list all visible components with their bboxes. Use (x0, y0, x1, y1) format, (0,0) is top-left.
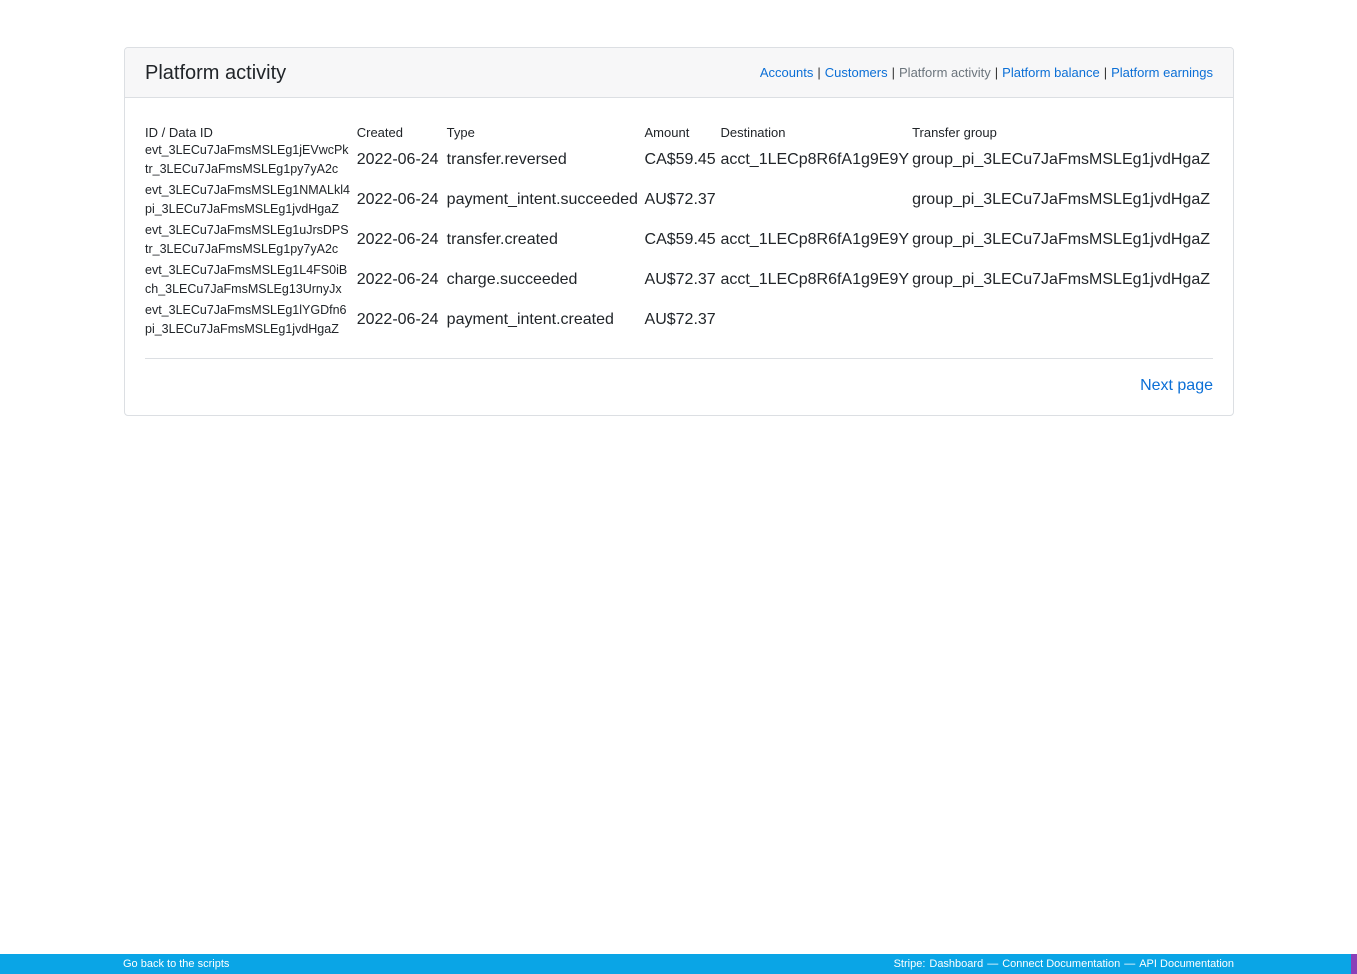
data-id: pi_3LECu7JaFmsMSLEg1jvdHgaZ (145, 202, 339, 216)
column-header-transfer-group: Transfer group (912, 125, 997, 140)
transfer-group-cell: group_pi_3LECu7JaFmsMSLEg1jvdHgaZ (912, 151, 1210, 168)
card-header: Platform activity Accounts | Customers | Pla… (125, 48, 1233, 98)
amount-cell: CA$59.45 (644, 151, 716, 168)
amount-cell: AU$72.37 (644, 311, 716, 328)
table-header-row: ID / Data ID Created Type Amount Destina… (145, 118, 1213, 140)
data-id: ch_3LECu7JaFmsMSLEg13UrnyJx (145, 282, 342, 296)
event-id: evt_3LECu7JaFmsMSLEg1L4FS0iB (145, 263, 348, 277)
id-cell: evt_3LECu7JaFmsMSLEg1jEVwcPk tr_3LECu7JaF… (145, 140, 357, 180)
nav-accounts-link[interactable]: Accounts (760, 65, 813, 80)
created-cell: 2022-06-24 (356, 271, 439, 288)
column-header-destination: Destination (720, 125, 786, 140)
column-header-type: Type (446, 125, 475, 140)
footer-bar: Go back to the scripts Stripe: Dashboard… (0, 954, 1357, 974)
id-cell: evt_3LECu7JaFmsMSLEg1NMALkl4 pi_3LECu7JaF… (145, 180, 357, 220)
nav-platform-balance-link[interactable]: Platform balance (1002, 65, 1100, 80)
column-header-created: Created (356, 125, 403, 140)
type-cell: payment_intent.succeeded (446, 191, 638, 208)
table-row: evt_3LECu7JaFmsMSLEg1L4FS0iB ch_3LECu7JaF… (145, 260, 1213, 300)
amount-cell: AU$72.37 (644, 271, 716, 288)
created-cell: 2022-06-24 (356, 191, 439, 208)
nav-separator: | (891, 65, 896, 80)
next-page-link[interactable]: Next page (1140, 377, 1213, 394)
connect-docs-link[interactable]: Connect Documentation (1002, 958, 1120, 970)
footer-prefix: Stripe: (893, 958, 926, 970)
type-cell: transfer.created (446, 231, 558, 248)
id-cell: evt_3LECu7JaFmsMSLEg1L4FS0iB ch_3LECu7JaF… (145, 260, 357, 300)
id-cell: evt_3LECu7JaFmsMSLEg1lYGDfn6 pi_3LECu7JaF… (145, 300, 357, 340)
amount-cell: AU$72.37 (644, 191, 716, 208)
nav-platform-earnings-link[interactable]: Platform earnings (1111, 65, 1213, 80)
table-row: evt_3LECu7JaFmsMSLEg1uJrsDPS tr_3LECu7JaF… (145, 220, 1213, 260)
amount-cell: CA$59.45 (644, 231, 716, 248)
destination-cell (720, 300, 912, 340)
window-edge (1351, 954, 1357, 974)
table-row: evt_3LECu7JaFmsMSLEg1lYGDfn6 pi_3LECu7JaF… (145, 300, 1213, 340)
transfer-group-cell: group_pi_3LECu7JaFmsMSLEg1jvdHgaZ (912, 231, 1210, 248)
data-id: pi_3LECu7JaFmsMSLEg1jvdHgaZ (145, 322, 339, 336)
destination-cell: acct_1LECp8R6fA1g9E9Y (720, 271, 910, 288)
platform-activity-card: Platform activity Accounts | Customers | Pla… (124, 47, 1234, 416)
data-id: tr_3LECu7JaFmsMSLEg1py7yA2c (145, 162, 339, 176)
id-cell: evt_3LECu7JaFmsMSLEg1uJrsDPS tr_3LECu7JaF… (145, 220, 357, 260)
activity-table: ID / Data ID Created Type Amount Destina… (145, 118, 1213, 340)
type-cell: transfer.reversed (446, 151, 567, 168)
created-cell: 2022-06-24 (356, 151, 439, 168)
event-id: evt_3LECu7JaFmsMSLEg1lYGDfn6 (145, 303, 347, 317)
event-id: evt_3LECu7JaFmsMSLEg1NMALkl4 (145, 183, 350, 197)
type-cell: payment_intent.created (446, 311, 614, 328)
destination-cell: acct_1LECp8R6fA1g9E9Y (720, 151, 910, 168)
footer-dash: — (987, 958, 999, 970)
transfer-group-cell (912, 300, 1213, 340)
destination-cell: acct_1LECp8R6fA1g9E9Y (720, 231, 910, 248)
event-id: evt_3LECu7JaFmsMSLEg1jEVwcPk (145, 143, 349, 157)
created-cell: 2022-06-24 (356, 231, 439, 248)
nav-platform-activity-current: Platform activity (899, 65, 991, 80)
api-docs-link[interactable]: API Documentation (1139, 958, 1234, 970)
column-header-amount: Amount (644, 125, 690, 140)
footer-dash: — (1124, 958, 1136, 970)
table-row: evt_3LECu7JaFmsMSLEg1jEVwcPk tr_3LECu7JaF… (145, 140, 1213, 180)
nav-separator: | (817, 65, 821, 80)
card-body: ID / Data ID Created Type Amount Destina… (125, 98, 1233, 395)
event-id: evt_3LECu7JaFmsMSLEg1uJrsDPS (145, 223, 349, 237)
transfer-group-cell: group_pi_3LECu7JaFmsMSLEg1jvdHgaZ (912, 271, 1210, 288)
type-cell: charge.succeeded (446, 271, 578, 288)
column-header-id: ID / Data ID (145, 125, 213, 140)
nav-separator: | (1103, 65, 1108, 80)
nav-separator: | (994, 65, 999, 80)
page-title: Platform activity (145, 61, 287, 84)
dashboard-link[interactable]: Dashboard (929, 958, 983, 970)
back-to-scripts-link[interactable]: Go back to the scripts (123, 958, 229, 970)
transfer-group-cell: group_pi_3LECu7JaFmsMSLEg1jvdHgaZ (912, 191, 1210, 208)
footer-links: Stripe: Dashboard — Connect Documentatio… (894, 958, 1234, 970)
pagination: Next page (145, 359, 1213, 395)
table-row: evt_3LECu7JaFmsMSLEg1NMALkl4 pi_3LECu7JaF… (145, 180, 1213, 220)
nav-customers-link[interactable]: Customers (825, 65, 888, 80)
data-id: tr_3LECu7JaFmsMSLEg1py7yA2c (145, 242, 339, 256)
destination-cell (720, 180, 912, 220)
created-cell: 2022-06-24 (356, 311, 439, 328)
top-nav: Accounts | Customers | Platform activity | Pla… (760, 65, 1213, 80)
